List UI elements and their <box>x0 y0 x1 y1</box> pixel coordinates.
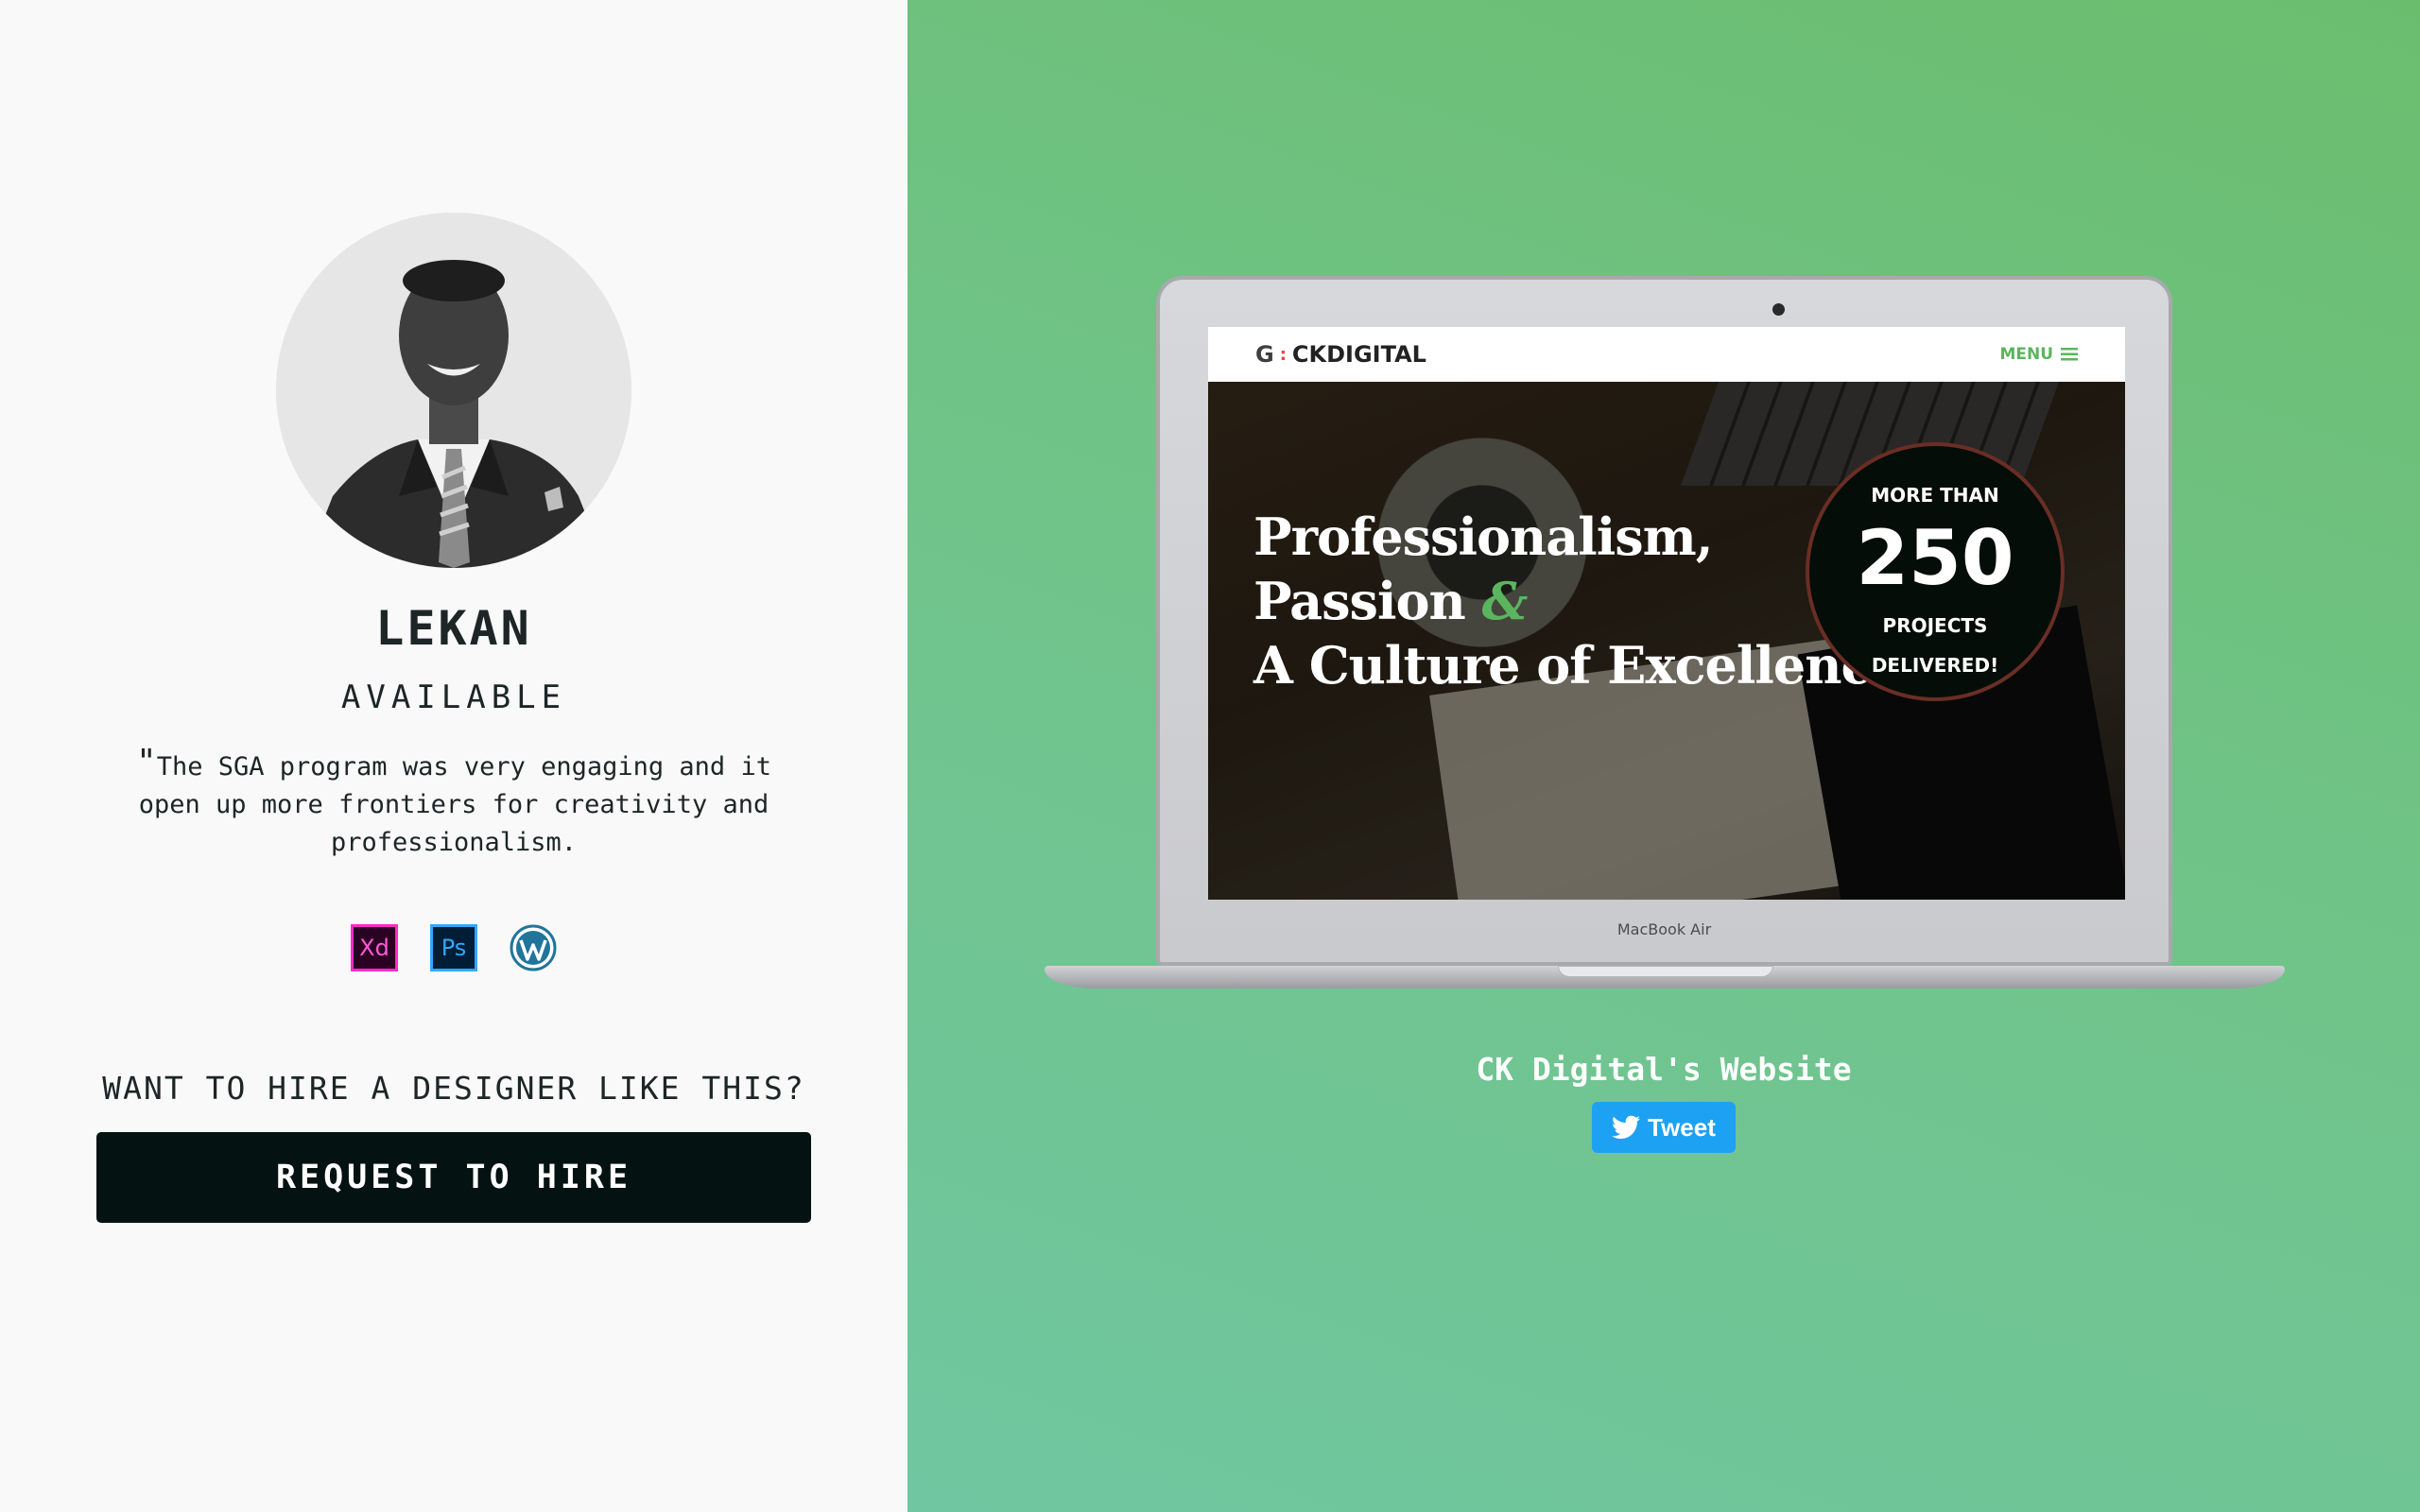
headline-passion: Passion <box>1253 571 1466 631</box>
site-brand: G : CKDIGITAL <box>1255 341 1426 368</box>
badge-top-text: MORE THAN <box>1871 484 1999 507</box>
site-headline: Professionalism, Passion & A Culture of … <box>1253 505 1904 697</box>
adobe-xd-icon: Xd <box>351 924 398 971</box>
brand-name: CKDIGITAL <box>1291 341 1426 368</box>
badge-number: 250 <box>1856 514 2014 602</box>
testimonial-quote: "The SGA program was very engaging and i… <box>123 746 785 862</box>
hamburger-icon <box>2061 348 2078 361</box>
camera-icon <box>1772 303 1785 316</box>
adobe-xd-label: Xd <box>359 935 389 961</box>
avatar-photo <box>276 213 631 568</box>
designer-avatar <box>276 213 631 568</box>
site-menu-label: MENU <box>1999 345 2053 364</box>
site-navbar: G : CKDIGITAL MENU <box>1208 327 2125 382</box>
headline-ampersand: & <box>1481 571 1529 631</box>
availability-status: AVAILABLE <box>340 679 567 716</box>
projects-badge: MORE THAN 250 PROJECTS DELIVERED! <box>1806 442 2065 701</box>
brand-logo-dot: : <box>1279 344 1287 365</box>
brand-logo-icon: G <box>1255 341 1274 368</box>
designer-profile-panel: LEKAN AVAILABLE "The SGA program was ver… <box>0 0 908 1512</box>
quote-mark: " <box>136 743 157 782</box>
badge-bottom-text: DELIVERED! <box>1871 654 1999 677</box>
photoshop-label: Ps <box>441 935 467 961</box>
laptop-mockup: G : CKDIGITAL MENU Professionalism, Pass… <box>1045 276 2285 1002</box>
project-title: CK Digital's Website <box>1476 1051 1852 1088</box>
site-menu: MENU <box>1999 345 2078 364</box>
site-hero: Professionalism, Passion & A Culture of … <box>1208 382 2125 900</box>
project-screenshot[interactable]: G : CKDIGITAL MENU Professionalism, Pass… <box>1208 327 2125 900</box>
badge-mid-text: PROJECTS <box>1882 614 1988 637</box>
hire-question: WANT TO HIRE A DESIGNER LIKE THIS? <box>102 1070 805 1107</box>
photoshop-icon: Ps <box>430 924 477 971</box>
twitter-bird-icon <box>1612 1115 1641 1139</box>
tweet-button[interactable]: Tweet <box>1592 1102 1736 1153</box>
headline-line-3: A Culture of Excellence <box>1253 635 1904 696</box>
tweet-label: Tweet <box>1648 1112 1716 1142</box>
designer-name: LEKAN <box>375 601 532 656</box>
request-to-hire-button[interactable]: REQUEST TO HIRE <box>96 1132 811 1223</box>
device-label: MacBook Air <box>1616 920 1712 938</box>
testimonial-text: The SGA program was very engaging and it… <box>138 752 771 857</box>
tools-list: Xd Ps <box>0 924 908 971</box>
laptop-notch <box>1558 966 1773 977</box>
wordpress-icon <box>510 924 557 971</box>
project-showcase-panel: G : CKDIGITAL MENU Professionalism, Pass… <box>908 0 2420 1512</box>
